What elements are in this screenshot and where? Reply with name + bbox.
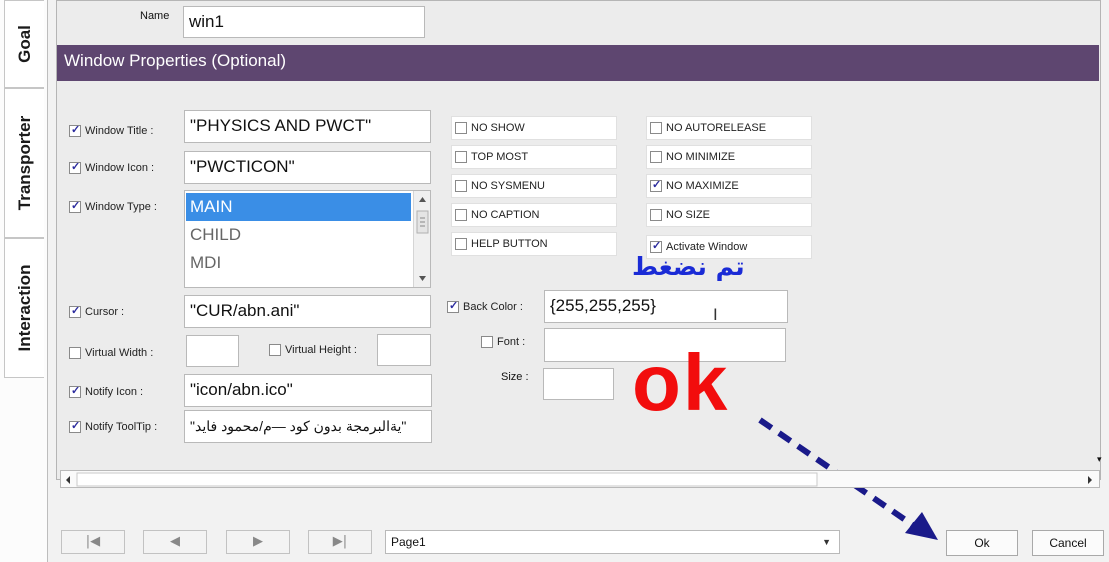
scroll-down-arrow-icon[interactable]: ▾ [1097, 455, 1102, 465]
cursor-input[interactable]: "CUR/abn.ani" [184, 295, 431, 328]
checkbox-box[interactable] [455, 238, 467, 250]
back-color-checkbox[interactable]: Back Color : [447, 299, 523, 313]
checkbox-box[interactable] [269, 344, 281, 356]
option-label: NO AUTORELEASE [666, 122, 767, 134]
option-label: NO SYSMENU [471, 180, 545, 192]
tab-interaction[interactable]: Interaction [4, 238, 44, 378]
checkbox-box[interactable] [455, 122, 467, 134]
window-title-label: Window Title : [85, 125, 154, 137]
option-no-maximize[interactable]: NO MAXIMIZE [646, 174, 812, 198]
option-no-minimize[interactable]: NO MINIMIZE [646, 145, 812, 169]
prev-page-button[interactable]: ◀ [143, 530, 207, 554]
vertical-tab-strip: Goal Transporter Interaction [0, 0, 48, 562]
checkbox-box[interactable] [69, 123, 81, 137]
window-title-checkbox[interactable]: Window Title : [69, 123, 154, 137]
cancel-button[interactable]: Cancel [1032, 530, 1104, 556]
listbox-scrollbar[interactable] [413, 191, 430, 287]
cursor-checkbox[interactable]: Cursor : [69, 304, 125, 318]
scrollbar-arrows-icon [416, 197, 429, 281]
arabic-annotation: تم نضغط [632, 252, 745, 281]
name-input[interactable]: win1 [183, 6, 425, 38]
option-help-button[interactable]: HELP BUTTON [451, 232, 617, 256]
first-page-button[interactable]: |◀ [61, 530, 125, 554]
virtual-height-checkbox[interactable]: Virtual Height : [269, 344, 357, 356]
size-label: Size : [501, 371, 529, 383]
back-color-label: Back Color : [463, 301, 523, 313]
notify-tooltip-checkbox[interactable]: Notify ToolTip : [69, 419, 158, 433]
text-cursor-icon: I [713, 305, 718, 324]
option-label: HELP BUTTON [471, 238, 548, 250]
listbox-option-child[interactable]: CHILD [186, 221, 411, 249]
checkbox-box[interactable] [69, 304, 81, 318]
checkbox-box[interactable] [69, 419, 81, 433]
window-type-listbox[interactable]: MAIN CHILD MDI [184, 190, 431, 288]
notify-icon-label: Notify Icon : [85, 386, 144, 398]
option-no-caption[interactable]: NO CAPTION [451, 203, 617, 227]
checkbox-box[interactable] [69, 199, 81, 213]
ok-annotation: ok [632, 338, 730, 427]
virtual-height-label: Virtual Height : [285, 344, 357, 356]
font-checkbox[interactable]: Font : [481, 336, 525, 348]
window-icon-checkbox[interactable]: Window Icon : [69, 160, 155, 174]
prev-page-icon: ◀ [170, 534, 180, 549]
checkbox-box[interactable] [455, 209, 467, 221]
checkbox-box[interactable] [650, 122, 662, 134]
size-input[interactable] [543, 368, 614, 400]
checkbox-box[interactable] [69, 347, 81, 359]
option-top-most[interactable]: TOP MOST [451, 145, 617, 169]
option-no-show[interactable]: NO SHOW [451, 116, 617, 140]
back-color-input[interactable]: {255,255,255} [544, 290, 788, 323]
tab-goal[interactable]: Goal [4, 0, 44, 88]
virtual-width-label: Virtual Width : [85, 347, 154, 359]
checkbox-box[interactable] [447, 299, 459, 313]
notify-icon-checkbox[interactable]: Notify Icon : [69, 384, 144, 398]
next-page-icon: ▶ [253, 534, 263, 549]
last-page-icon: ▶| [332, 534, 348, 549]
checkbox-box[interactable] [69, 160, 81, 174]
option-label: NO MINIMIZE [666, 151, 736, 163]
listbox-option-main[interactable]: MAIN [186, 193, 411, 221]
option-label: NO MAXIMIZE [666, 180, 739, 192]
option-no-sysmenu[interactable]: NO SYSMENU [451, 174, 617, 198]
notify-tooltip-label: Notify ToolTip : [85, 421, 158, 433]
checkbox-box[interactable] [650, 209, 662, 221]
virtual-width-checkbox[interactable]: Virtual Width : [69, 347, 153, 359]
checkbox-box[interactable] [455, 151, 467, 163]
first-page-icon: |◀ [85, 534, 101, 549]
listbox-option-mdi[interactable]: MDI [186, 249, 411, 277]
checkbox-box[interactable] [455, 180, 467, 192]
notify-icon-input[interactable]: "icon/abn.ico" [184, 374, 432, 407]
option-no-autorelease[interactable]: NO AUTORELEASE [646, 116, 812, 140]
option-label: NO SHOW [471, 122, 525, 134]
window-type-checkbox[interactable]: Window Type : [69, 199, 157, 213]
checkbox-box[interactable] [481, 336, 493, 348]
ok-button[interactable]: Ok [946, 530, 1018, 556]
section-title: Window Properties (Optional) [64, 51, 287, 70]
checkbox-box[interactable] [69, 384, 81, 398]
virtual-height-input[interactable] [377, 334, 431, 366]
page-select[interactable]: Page1 ▼ [385, 530, 840, 554]
last-page-button[interactable]: ▶| [308, 530, 372, 554]
scrollbar-arrows-icon [66, 472, 1092, 487]
window-icon-input[interactable]: "PWCTICON" [184, 151, 431, 184]
font-label: Font : [497, 336, 526, 348]
window-type-label: Window Type : [85, 201, 157, 213]
option-label: TOP MOST [471, 151, 529, 163]
chevron-down-icon: ▼ [822, 537, 831, 547]
page-select-value: Page1 [391, 535, 426, 549]
next-page-button[interactable]: ▶ [226, 530, 290, 554]
tab-transporter[interactable]: Transporter [4, 88, 44, 238]
window-title-input[interactable]: "PHYSICS AND PWCT" [184, 110, 431, 143]
notify-tooltip-input[interactable]: "يةالبرمجة بدون كود —م/محمود فايد" [184, 410, 432, 443]
option-no-size[interactable]: NO SIZE [646, 203, 812, 227]
virtual-width-input[interactable] [186, 335, 239, 367]
name-label: Name [140, 10, 170, 22]
checkbox-box[interactable] [650, 151, 662, 163]
horizontal-scrollbar[interactable] [60, 470, 1100, 488]
option-label: NO SIZE [666, 209, 711, 221]
window-icon-label: Window Icon : [85, 162, 155, 174]
option-label: NO CAPTION [471, 209, 540, 221]
cursor-label: Cursor : [85, 306, 125, 318]
checkbox-box[interactable] [650, 178, 662, 192]
